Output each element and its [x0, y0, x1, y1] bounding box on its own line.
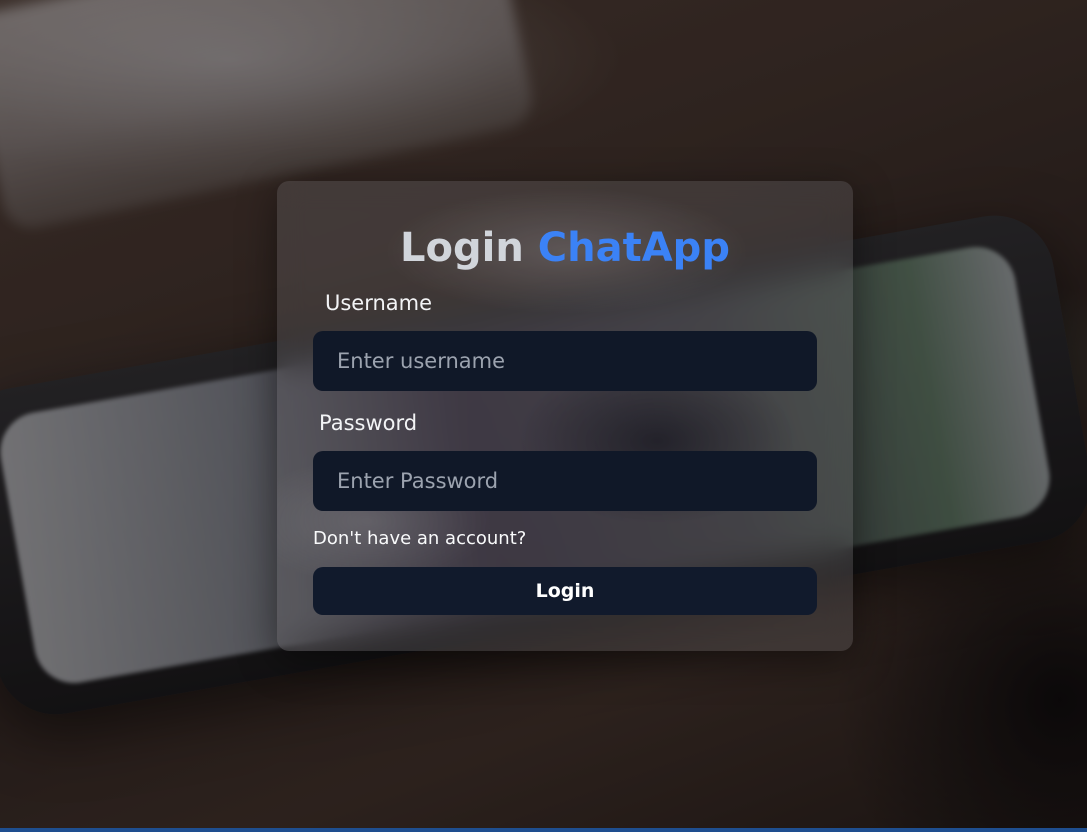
password-input[interactable]	[313, 451, 817, 511]
signup-link[interactable]: Don't have an account?	[313, 526, 526, 552]
username-input[interactable]	[313, 331, 817, 391]
password-label: Password	[319, 411, 418, 435]
bottom-accent-bar	[0, 828, 1087, 832]
title-brand-text: ChatApp	[537, 225, 730, 271]
login-card: Login ChatApp Username Password Don't ha…	[277, 181, 853, 651]
username-label: Username	[325, 291, 433, 315]
title-login-text: Login	[400, 225, 524, 271]
login-button[interactable]: Login	[313, 567, 817, 615]
login-title: Login ChatApp	[277, 221, 853, 275]
